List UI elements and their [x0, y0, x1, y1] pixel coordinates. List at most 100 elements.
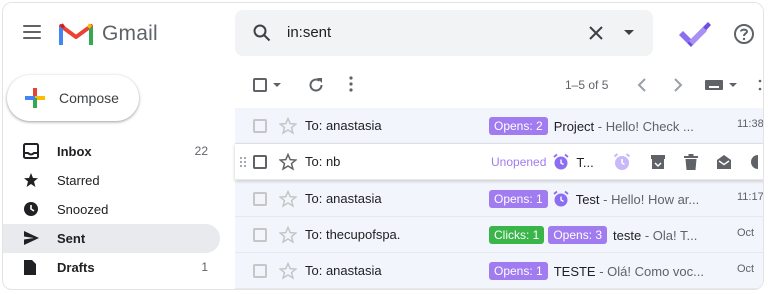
- select-all-checkbox[interactable]: [253, 78, 267, 92]
- row-checkbox[interactable]: [253, 155, 267, 169]
- snippet-text: - Hello! Check ...: [594, 118, 694, 134]
- opens-badge[interactable]: Opens: 1: [489, 190, 548, 208]
- draft-icon: [24, 260, 36, 275]
- email-row[interactable]: To: anastasia Opens: 1 Test - Hello! How…: [235, 181, 764, 217]
- sidebar-item-snoozed[interactable]: Snoozed: [3, 195, 220, 224]
- compose-label: Compose: [59, 90, 119, 106]
- clock-icon: [24, 202, 38, 216]
- app-name: Gmail: [102, 22, 158, 45]
- sidebar-item-drafts[interactable]: Drafts 1: [3, 253, 220, 282]
- star-toggle-icon[interactable]: [279, 153, 297, 171]
- reminder-icon[interactable]: [612, 152, 632, 172]
- star-toggle-icon[interactable]: [279, 190, 297, 208]
- search-bar[interactable]: in:sent: [235, 10, 653, 56]
- clicks-badge[interactable]: Clicks: 1: [489, 226, 545, 244]
- gmail-window: Gmail in:sent Compose Inbox 22 Starred S…: [2, 2, 764, 290]
- sidebar-item-sent[interactable]: Sent: [3, 224, 220, 253]
- email-date: Oct: [737, 263, 755, 275]
- star-toggle-icon[interactable]: [279, 226, 297, 244]
- message-list-pane: 1–5 of 5 To: anastasia Opens: 2 Project …: [235, 65, 764, 289]
- email-subject: Test - Hello! How ar...: [576, 192, 700, 207]
- snippet-text: - Ola! T...: [641, 227, 698, 243]
- newer-page-icon[interactable]: [637, 78, 647, 92]
- gmail-logo[interactable]: Gmail: [59, 19, 158, 49]
- mark-as-read-icon[interactable]: [716, 154, 732, 170]
- row-checkbox[interactable]: [253, 228, 267, 242]
- email-row[interactable]: To: nb Unopened T...: [235, 144, 763, 180]
- compose-plus-icon: [25, 88, 45, 108]
- row-hover-actions: [612, 152, 758, 172]
- message-summary: Opens: 1 Test - Hello! How ar...: [489, 190, 699, 208]
- recipient: To: anastasia: [305, 191, 382, 206]
- sidebar-item-label: Drafts: [57, 260, 95, 275]
- email-date: 11:17 A: [737, 191, 764, 203]
- unopened-badge[interactable]: Unopened: [489, 153, 549, 171]
- recipient: To: nb: [305, 154, 341, 169]
- search-input[interactable]: in:sent: [287, 24, 331, 41]
- opens-badge[interactable]: Opens: 3: [548, 226, 608, 244]
- sidebar-item-label: Sent: [57, 231, 86, 246]
- gmail-m-icon: [59, 23, 93, 45]
- email-date: 11:38 A: [737, 118, 764, 130]
- pagination-range: 1–5 of 5: [565, 78, 609, 92]
- email-row[interactable]: To: anastasia Opens: 2 Project - Hello! …: [235, 108, 764, 144]
- recipient: To: thecupofspa.: [305, 227, 401, 242]
- email-row[interactable]: To: thecupofspa. Clicks: 1 Opens: 3 test…: [235, 217, 763, 253]
- row-checkbox[interactable]: [253, 119, 267, 133]
- snippet-text: - Hello! How ar...: [599, 191, 700, 207]
- row-checkbox[interactable]: [253, 192, 267, 206]
- sidebar-item-label: Snoozed: [57, 202, 109, 217]
- alarm-clock-icon[interactable]: [552, 190, 570, 208]
- message-summary: Opens: 2 Project - Hello! Check ...: [489, 117, 694, 135]
- more-options-icon[interactable]: [349, 76, 353, 92]
- recipient: To: anastasia: [305, 118, 382, 133]
- sidebar-item-label: Inbox: [57, 144, 92, 159]
- subject-text: TESTE: [553, 263, 596, 279]
- snippet-text: - Olá! Como voc...: [595, 263, 704, 279]
- email-row[interactable]: To: anastasia Opens: 1 TESTE - Olá! Como…: [235, 253, 763, 289]
- help-icon[interactable]: [733, 23, 755, 45]
- sidebar: Compose Inbox 22 Starred Snoozed Sent Dr…: [3, 65, 231, 289]
- subject-text: teste: [613, 227, 642, 243]
- clear-search-icon[interactable]: [588, 25, 604, 41]
- sidebar-item-starred[interactable]: Starred: [3, 166, 220, 195]
- input-tools-caret-icon[interactable]: [729, 83, 737, 88]
- older-page-icon[interactable]: [673, 78, 683, 92]
- star-toggle-icon[interactable]: [279, 262, 297, 280]
- more-icon[interactable]: [757, 79, 763, 91]
- subject-text: Project: [553, 118, 595, 134]
- message-summary: Unopened T...: [489, 153, 594, 171]
- archive-icon[interactable]: [650, 154, 666, 170]
- list-toolbar: 1–5 of 5: [235, 65, 763, 105]
- subject-text: Test: [575, 191, 600, 207]
- message-summary: Opens: 1 TESTE - Olá! Como voc...: [489, 262, 704, 280]
- top-bar: Gmail in:sent: [3, 3, 763, 65]
- refresh-icon[interactable]: [307, 76, 325, 94]
- email-subject: Project - Hello! Check ...: [554, 119, 694, 134]
- main-menu-icon[interactable]: [23, 25, 41, 39]
- star-toggle-icon[interactable]: [279, 117, 297, 135]
- tracker-extension-icon[interactable]: [677, 21, 711, 47]
- email-subject: TESTE - Olá! Como voc...: [554, 264, 704, 279]
- keyboard-icon[interactable]: [705, 80, 723, 90]
- compose-button[interactable]: Compose: [7, 75, 139, 121]
- draft-count: 1: [201, 260, 208, 274]
- opens-badge[interactable]: Opens: 2: [489, 117, 548, 135]
- delete-icon[interactable]: [684, 154, 698, 170]
- search-icon[interactable]: [253, 24, 271, 42]
- inbox-icon: [23, 143, 39, 159]
- snooze-icon[interactable]: [750, 154, 758, 170]
- message-summary: Clicks: 1 Opens: 3 teste - Ola! T...: [489, 226, 697, 244]
- email-date: Oct: [737, 227, 755, 239]
- sidebar-item-inbox[interactable]: Inbox 22: [3, 137, 220, 166]
- unread-count: 22: [194, 144, 208, 158]
- alarm-clock-icon[interactable]: [552, 153, 570, 171]
- search-options-icon[interactable]: [624, 30, 634, 36]
- drag-handle-icon[interactable]: [239, 156, 247, 168]
- send-icon: [24, 231, 39, 245]
- opens-badge[interactable]: Opens: 1: [489, 262, 548, 280]
- email-subject: teste - Ola! T...: [613, 228, 697, 243]
- sidebar-item-label: Starred: [57, 173, 100, 188]
- select-options-caret-icon[interactable]: [273, 83, 281, 88]
- row-checkbox[interactable]: [253, 264, 267, 278]
